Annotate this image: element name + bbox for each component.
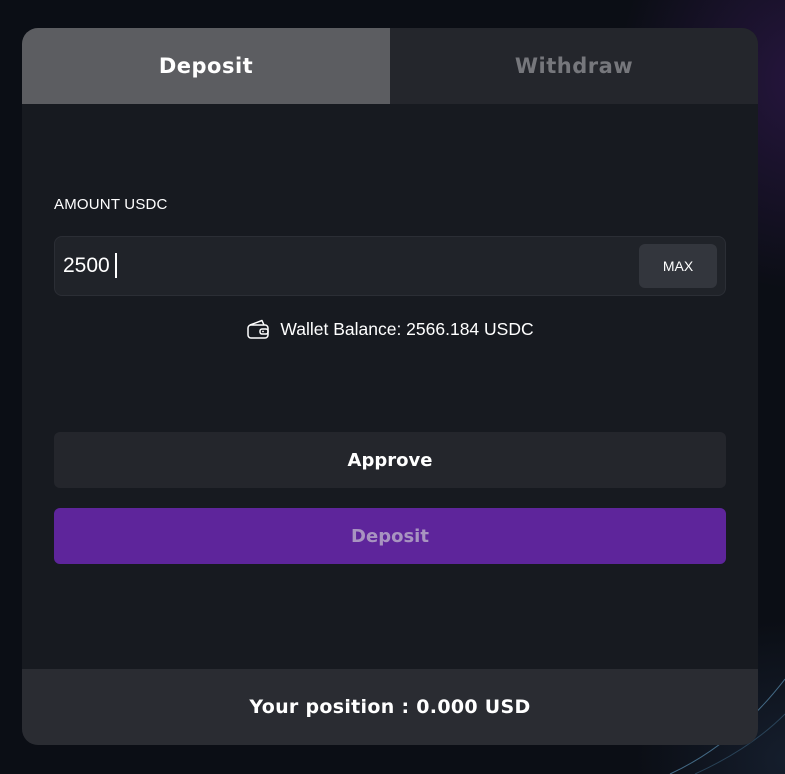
approve-button[interactable]: Approve: [54, 432, 726, 488]
wallet-balance-row: Wallet Balance: 2566.184 USDC: [22, 318, 758, 340]
deposit-form: AMOUNT USDC MAX Wallet Balance: 2566.184…: [22, 104, 758, 669]
wallet-balance-text: Wallet Balance: 2566.184 USDC: [280, 318, 534, 339]
wallet-icon: [247, 319, 270, 339]
text-caret: [115, 253, 117, 278]
amount-field: MAX: [54, 236, 726, 296]
tab-deposit[interactable]: Deposit: [22, 28, 390, 104]
tab-withdraw[interactable]: Withdraw: [390, 28, 758, 104]
amount-label: AMOUNT USDC: [54, 196, 168, 213]
max-button[interactable]: MAX: [639, 244, 717, 288]
tab-bar: Deposit Withdraw: [22, 28, 758, 104]
deposit-withdraw-card: Deposit Withdraw AMOUNT USDC MAX Wallet …: [22, 28, 758, 745]
amount-input[interactable]: [63, 247, 623, 285]
deposit-button[interactable]: Deposit: [54, 508, 726, 564]
position-text: Your position : 0.000 USD: [249, 696, 531, 718]
position-footer: Your position : 0.000 USD: [22, 669, 758, 745]
